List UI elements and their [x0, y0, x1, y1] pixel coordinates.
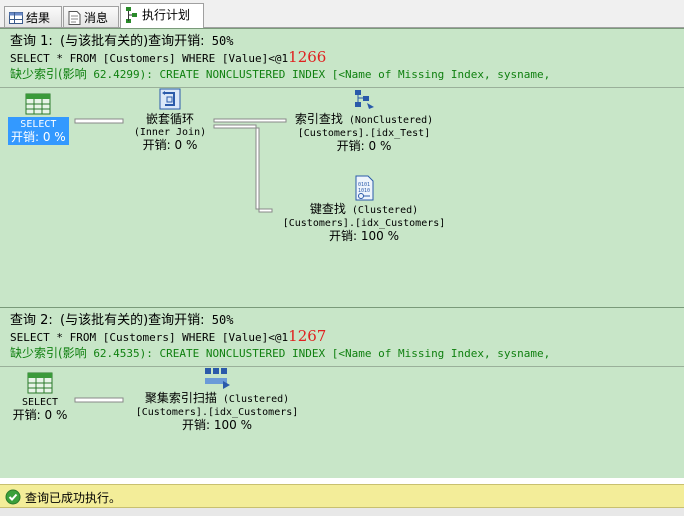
- nested-loops-icon: [159, 88, 181, 110]
- op-key-lookup[interactable]: 0101 1010 键查找 (Clustered) [Customers].[i…: [272, 175, 456, 243]
- op-key-lookup-name: 键查找: [309, 202, 346, 216]
- tab-messages[interactable]: 消息: [63, 6, 119, 27]
- tab-results-label: 结果: [26, 11, 51, 25]
- op-select-selection[interactable]: SELECT 开销: 0 %: [8, 117, 69, 145]
- query-plan-1[interactable]: 查询 1: (与该批有关的)查询开销: 50% SELECT * FROM [C…: [0, 28, 684, 307]
- message-icon: [68, 10, 81, 25]
- status-bar: 查询已成功执行。: [0, 484, 684, 508]
- plan-icon: [126, 6, 137, 23]
- op-select-2[interactable]: SELECT 开销: 0 %: [10, 372, 70, 422]
- bottom-edge: [0, 508, 684, 516]
- op-index-seek-cost: 开销: 0 %: [336, 139, 392, 153]
- select-table-icon: [27, 372, 53, 394]
- op-select-cost: 开销: 0 %: [11, 130, 66, 144]
- tab-execution-plan[interactable]: 执行计划: [120, 3, 204, 28]
- status-text: 查询已成功执行。: [25, 491, 122, 505]
- op-index-seek-name: 索引查找: [294, 112, 343, 126]
- op-select[interactable]: SELECT 开销: 0 %: [8, 93, 69, 145]
- op-clustered-scan-cost: 开销: 100 %: [182, 418, 252, 432]
- op-index-seek-type: (NonClustered): [348, 115, 434, 126]
- op-key-lookup-cost: 开销: 100 %: [329, 229, 399, 243]
- op-key-lookup-type: (Clustered): [351, 205, 419, 216]
- svg-text:1010: 1010: [358, 188, 370, 194]
- result-tabstrip: 结果 消息 执行计划: [0, 0, 684, 28]
- tab-results[interactable]: 结果: [4, 6, 62, 27]
- op-clustered-scan-type: (Clustered): [222, 394, 290, 405]
- select-table-icon: [25, 93, 51, 115]
- op-nested-loops-cost: 开销: 0 %: [142, 138, 198, 152]
- query-2-flow-arrows: [74, 397, 124, 403]
- op-select-2-cost: 开销: 0 %: [12, 408, 68, 422]
- tab-execution-plan-label: 执行计划: [142, 8, 191, 22]
- op-nested-loops[interactable]: 嵌套循环 (Inner Join) 开销: 0 %: [128, 87, 212, 152]
- clustered-index-scan-icon: [205, 368, 230, 389]
- key-lookup-icon: 0101 1010: [355, 175, 374, 201]
- query-plan-2[interactable]: 查询 2: (与该批有关的)查询开销: 50% SELECT * FROM [C…: [0, 307, 684, 478]
- index-seek-icon: [355, 90, 374, 109]
- op-nested-loops-name: 嵌套循环: [145, 112, 194, 126]
- query-1-flow-arrows: [74, 118, 287, 213]
- op-index-seek[interactable]: 索引查找 (NonClustered) [Customers].[idx_Tes…: [290, 87, 438, 153]
- check-circle-icon: [5, 489, 21, 505]
- grid-icon: [9, 11, 23, 24]
- op-clustered-scan-name: 聚集索引扫描: [144, 391, 217, 405]
- op-clustered-scan[interactable]: 聚集索引扫描 (Clustered) [Customers].[idx_Cust…: [128, 366, 306, 432]
- tab-messages-label: 消息: [84, 11, 109, 25]
